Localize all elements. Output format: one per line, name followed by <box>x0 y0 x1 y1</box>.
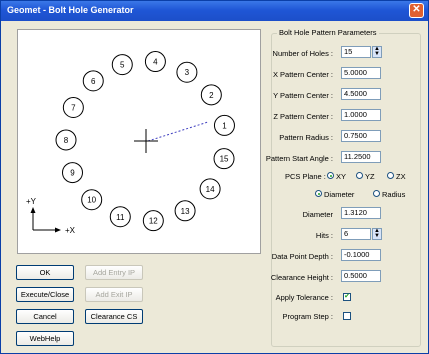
bolt-hole-label: 4 <box>153 58 158 67</box>
size-radius-radio[interactable] <box>373 190 380 197</box>
ok-button[interactable]: OK <box>16 265 74 280</box>
start-angle-label: Pattern Start Angle : <box>265 154 333 163</box>
size-diameter-radio[interactable] <box>315 190 322 197</box>
plane-yz-label: YZ <box>365 172 375 181</box>
bolt-hole-label: 12 <box>149 217 158 226</box>
size-diameter-label: Diameter <box>324 190 355 199</box>
clearance-label: Clearance Height : <box>270 273 333 282</box>
z-center-input[interactable]: 1.0000 <box>341 109 381 121</box>
number-of-holes-input[interactable]: 15 <box>341 46 371 58</box>
apply-tolerance-checkbox[interactable]: ✔ <box>343 293 351 301</box>
size-radius-label: Radius <box>382 190 406 199</box>
start-angle-line <box>147 121 209 142</box>
clearance-cs-button[interactable]: Clearance CS <box>85 309 143 324</box>
y-axis-arrow <box>30 207 36 213</box>
x-center-label: X Pattern Center : <box>272 70 333 79</box>
diameter-input[interactable]: 1.3120 <box>341 207 381 219</box>
plane-xy-label: XY <box>336 172 347 181</box>
radius-input[interactable]: 0.7500 <box>341 130 381 142</box>
bolt-hole-label: 2 <box>209 91 214 100</box>
plane-yz-radio[interactable] <box>356 172 363 179</box>
window-title: Geomet - Bolt Hole Generator <box>7 5 134 15</box>
hits-spinner[interactable]: ▲ ▼ <box>372 228 382 240</box>
bolt-hole-label: 10 <box>87 196 96 205</box>
plane-zx-label: ZX <box>396 172 406 181</box>
y-center-input[interactable]: 4.5000 <box>341 88 381 100</box>
bolt-hole-label: 7 <box>71 104 76 113</box>
plane-zx-radio[interactable] <box>387 172 394 179</box>
clearance-input[interactable]: 0.5000 <box>341 270 381 282</box>
bolt-hole-label: 1 <box>222 121 227 130</box>
x-axis-arrow <box>55 227 61 233</box>
bolt-hole-label: 15 <box>220 155 229 164</box>
hits-input[interactable]: 6 <box>341 228 371 240</box>
add-exit-ip-button[interactable]: Add Exit IP <box>85 287 143 302</box>
title-bar[interactable]: Geomet - Bolt Hole Generator ✕ <box>1 1 428 21</box>
bolt-hole-label: 8 <box>64 136 69 145</box>
parameters-group-title: Bolt Hole Pattern Parameters <box>277 28 379 37</box>
x-axis-label: +X <box>65 226 76 235</box>
execute-close-button[interactable]: Execute/Close <box>16 287 74 302</box>
apply-tolerance-label: Apply Tolerance : <box>275 293 333 302</box>
program-step-label: Program Step : <box>282 312 333 321</box>
add-entry-ip-button[interactable]: Add Entry IP <box>85 265 143 280</box>
program-step-checkbox[interactable] <box>343 312 351 320</box>
pcs-plane-label: PCS Plane : <box>285 172 326 181</box>
bolt-hole-label: 3 <box>185 68 190 77</box>
plane-xy-radio[interactable] <box>327 172 334 179</box>
y-axis-label: +Y <box>26 197 37 206</box>
start-angle-input[interactable]: 11.2500 <box>341 151 381 163</box>
bolt-hole-label: 6 <box>91 77 96 86</box>
bolt-hole-label: 14 <box>206 185 215 194</box>
webhelp-button[interactable]: WebHelp <box>16 331 74 346</box>
bolt-hole-generator-window: Geomet - Bolt Hole Generator ✕ 123456789… <box>0 0 429 354</box>
x-center-input[interactable]: 5.0000 <box>341 67 381 79</box>
diameter-label: Diameter <box>302 210 333 219</box>
bolt-hole-label: 13 <box>181 207 190 216</box>
cancel-button[interactable]: Cancel <box>16 309 74 324</box>
close-button[interactable]: ✕ <box>409 3 424 18</box>
radius-label: Pattern Radius : <box>279 133 333 142</box>
bolt-hole-label: 11 <box>116 213 125 222</box>
y-center-label: Y Pattern Center : <box>273 91 333 100</box>
number-of-holes-label: Number of Holes : <box>272 49 333 58</box>
preview-drawing: 1234567891011 12131415 +Y +X <box>26 51 235 235</box>
z-center-label: Z Pattern Center : <box>273 112 333 121</box>
hits-label: Hits : <box>315 231 333 240</box>
pattern-preview: 1 2 3 4 5 6 7 8 9 10 11 12 13 14 15 +Y +X <box>17 29 261 254</box>
depth-label: Data Point Depth : <box>271 252 333 261</box>
depth-input[interactable]: -0.1000 <box>341 249 381 261</box>
bolt-hole-label: 5 <box>120 61 125 70</box>
number-of-holes-spinner[interactable]: ▲ ▼ <box>372 46 382 58</box>
bolt-hole-label: 9 <box>70 169 75 178</box>
